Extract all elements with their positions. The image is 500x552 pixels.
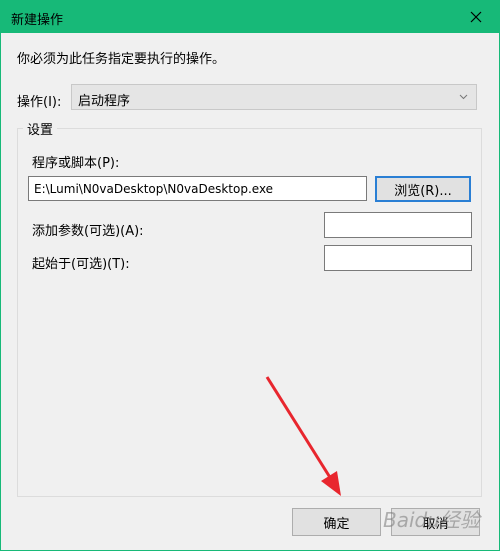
action-label: 操作(I): <box>17 95 62 110</box>
program-label: 程序或脚本(P): <box>32 156 120 171</box>
start-in-input[interactable] <box>324 245 472 271</box>
start-in-label: 起始于(可选)(T): <box>32 257 130 272</box>
browse-button[interactable]: 浏览(R)... <box>375 176 471 202</box>
action-select[interactable]: 启动程序 <box>71 84 477 110</box>
program-input[interactable] <box>28 176 367 201</box>
window-title: 新建操作 <box>11 13 64 28</box>
action-select-value: 启动程序 <box>78 94 131 109</box>
ok-button[interactable]: 确定 <box>292 508 381 536</box>
close-button[interactable] <box>453 1 499 33</box>
close-icon <box>470 11 482 23</box>
title-bar[interactable]: 新建操作 <box>1 1 499 33</box>
arguments-label: 添加参数(可选)(A): <box>32 224 144 239</box>
cancel-button[interactable]: 取消 <box>391 508 480 536</box>
settings-group-title: 设置 <box>23 119 58 138</box>
instruction-text: 你必须为此任务指定要执行的操作。 <box>17 52 226 67</box>
chevron-down-icon <box>459 94 468 100</box>
dialog-window: 新建操作 你必须为此任务指定要执行的操作。 操作(I): 启动程序 设置 程序或… <box>0 0 500 551</box>
arguments-input[interactable] <box>324 212 472 238</box>
